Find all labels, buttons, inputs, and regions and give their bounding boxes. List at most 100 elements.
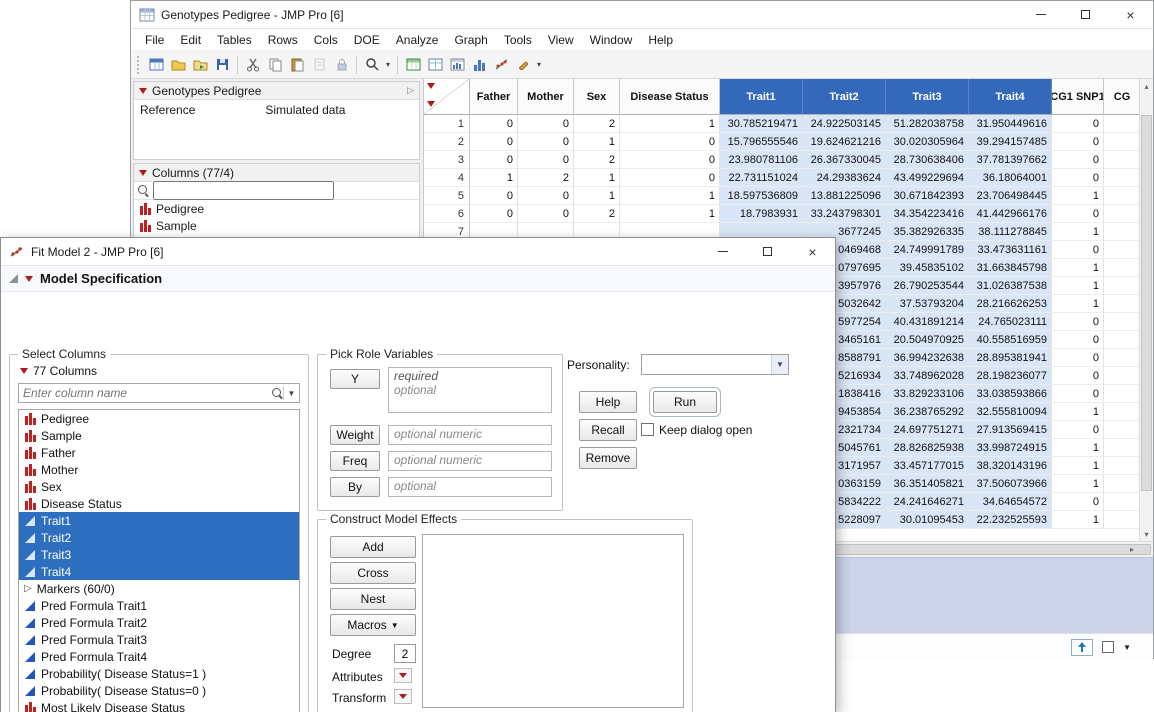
cell[interactable]: 1 bbox=[620, 115, 720, 133]
cell[interactable]: 0 bbox=[518, 205, 574, 223]
cell[interactable]: 26.790253544 bbox=[886, 277, 969, 295]
outline-disclosure-icon[interactable] bbox=[9, 274, 18, 283]
cell[interactable]: 1 bbox=[1052, 187, 1104, 205]
cell[interactable]: 22.232525593 bbox=[969, 511, 1052, 529]
cell[interactable]: 0 bbox=[470, 115, 518, 133]
cell[interactable]: 0 bbox=[620, 133, 720, 151]
distribution-icon[interactable] bbox=[468, 54, 490, 76]
cell[interactable]: 2 bbox=[518, 169, 574, 187]
menu-view[interactable]: View bbox=[540, 30, 582, 50]
weight-role-box[interactable]: optional numeric bbox=[388, 425, 552, 445]
red-triangle-menu-icon[interactable] bbox=[139, 170, 147, 176]
cell[interactable]: 0 bbox=[518, 133, 574, 151]
cell[interactable]: 0 bbox=[518, 151, 574, 169]
cell[interactable]: 24.697751271 bbox=[886, 421, 969, 439]
cell[interactable]: 13.881225096 bbox=[803, 187, 886, 205]
remove-button[interactable]: Remove bbox=[579, 447, 637, 469]
cell[interactable]: 40.558516959 bbox=[969, 331, 1052, 349]
personality-dropdown[interactable]: ▼ bbox=[641, 354, 789, 375]
cell[interactable]: 0 bbox=[1052, 241, 1104, 259]
column-item-father[interactable]: Father bbox=[19, 444, 299, 461]
cell[interactable] bbox=[1104, 205, 1141, 223]
search-dropdown-caret-icon[interactable]: ▾ bbox=[383, 60, 393, 69]
cell[interactable] bbox=[1104, 493, 1141, 511]
cell[interactable]: 0 bbox=[1052, 493, 1104, 511]
scroll-right-icon[interactable]: ▸ bbox=[1125, 542, 1139, 557]
cell[interactable] bbox=[1104, 151, 1141, 169]
column-item-most-likely-disease-status[interactable]: Most Likely Disease Status bbox=[19, 699, 299, 712]
column-item-mother[interactable]: Mother bbox=[19, 461, 299, 478]
cell[interactable]: 22.731151024 bbox=[720, 169, 803, 187]
toolbar-grip[interactable] bbox=[137, 56, 141, 74]
cell[interactable] bbox=[1104, 169, 1141, 187]
cell[interactable] bbox=[1104, 295, 1141, 313]
copy-icon[interactable] bbox=[264, 54, 286, 76]
columns-count-row[interactable]: 77 Columns bbox=[20, 364, 97, 378]
red-triangle-menu-icon[interactable] bbox=[139, 88, 147, 94]
scroll-to-top-button[interactable] bbox=[1071, 639, 1093, 656]
column-header-father[interactable]: Father bbox=[470, 79, 518, 115]
cell[interactable]: 38.320143196 bbox=[969, 457, 1052, 475]
freq-role-box[interactable]: optional numeric bbox=[388, 451, 552, 471]
cell[interactable]: 0 bbox=[1052, 205, 1104, 223]
help-button[interactable]: Help bbox=[579, 391, 637, 413]
cell[interactable]: 28.216626253 bbox=[969, 295, 1052, 313]
cell[interactable]: 1 bbox=[1052, 457, 1104, 475]
cut-icon[interactable] bbox=[242, 54, 264, 76]
cell[interactable] bbox=[1104, 403, 1141, 421]
cell[interactable]: 1 bbox=[1052, 403, 1104, 421]
menu-rows[interactable]: Rows bbox=[260, 30, 306, 50]
cell[interactable]: 24.749991789 bbox=[886, 241, 969, 259]
y-role-button[interactable]: Y bbox=[330, 369, 380, 389]
row-number[interactable]: 6 bbox=[424, 205, 470, 223]
run-button[interactable]: Run bbox=[653, 391, 717, 413]
cell[interactable] bbox=[1104, 349, 1141, 367]
cell[interactable]: 34.354223416 bbox=[886, 205, 969, 223]
column-search-input[interactable] bbox=[19, 386, 272, 400]
cell[interactable]: 32.555810094 bbox=[969, 403, 1052, 421]
cell[interactable]: 39.45835102 bbox=[886, 259, 969, 277]
cell[interactable]: 0 bbox=[1052, 385, 1104, 403]
cell[interactable]: 36.238765292 bbox=[886, 403, 969, 421]
column-item-probability-disease-status-0[interactable]: Probability( Disease Status=0 ) bbox=[19, 682, 299, 699]
cell[interactable]: 0 bbox=[620, 169, 720, 187]
menu-cols[interactable]: Cols bbox=[306, 30, 346, 50]
cell[interactable]: 43.499229694 bbox=[886, 169, 969, 187]
cell[interactable]: 1 bbox=[620, 187, 720, 205]
cell[interactable] bbox=[1104, 475, 1141, 493]
menu-tables[interactable]: Tables bbox=[209, 30, 260, 50]
menu-help[interactable]: Help bbox=[640, 30, 681, 50]
data-grid-icon[interactable] bbox=[402, 54, 424, 76]
cell[interactable]: 0 bbox=[1052, 133, 1104, 151]
column-header-trait3[interactable]: Trait3 bbox=[886, 79, 969, 115]
panel-expand-icon[interactable]: ▷ bbox=[407, 85, 414, 96]
cell[interactable] bbox=[1104, 385, 1141, 403]
column-item-pred-formula-trait2[interactable]: Pred Formula Trait2 bbox=[19, 614, 299, 631]
disclosure-caret-icon[interactable]: ▷ bbox=[24, 583, 32, 594]
cell[interactable]: 0 bbox=[620, 151, 720, 169]
new-data-table-icon[interactable] bbox=[145, 54, 167, 76]
lock-icon[interactable] bbox=[330, 54, 352, 76]
cell[interactable]: 31.950449616 bbox=[969, 115, 1052, 133]
menu-tools[interactable]: Tools bbox=[496, 30, 540, 50]
maximize-button[interactable] bbox=[1063, 1, 1108, 28]
cross-button[interactable]: Cross bbox=[330, 562, 416, 584]
columns-panel-header[interactable]: Columns (77/4) bbox=[134, 164, 419, 182]
cell[interactable] bbox=[1104, 331, 1141, 349]
journal-icon[interactable] bbox=[308, 54, 330, 76]
cell[interactable]: 28.730638406 bbox=[886, 151, 969, 169]
table-panel-header[interactable]: Genotypes Pedigree ▷ bbox=[134, 82, 419, 100]
cell[interactable]: 33.457177015 bbox=[886, 457, 969, 475]
column-item-disease-status[interactable]: Disease Status bbox=[19, 495, 299, 512]
column-item-trait3[interactable]: Trait3 bbox=[19, 546, 299, 563]
cell[interactable]: 36.351405821 bbox=[886, 475, 969, 493]
cell[interactable]: 23.706498445 bbox=[969, 187, 1052, 205]
y-role-box[interactable]: required optional bbox=[388, 367, 552, 413]
cell[interactable]: 1 bbox=[574, 169, 620, 187]
rows-menu-icon[interactable] bbox=[427, 101, 435, 107]
cell[interactable]: 15.796555546 bbox=[720, 133, 803, 151]
cell[interactable]: 1 bbox=[574, 187, 620, 205]
model-specification-header[interactable]: Model Specification bbox=[1, 266, 835, 292]
cell[interactable]: 26.367330045 bbox=[803, 151, 886, 169]
cell[interactable]: 0 bbox=[1052, 115, 1104, 133]
